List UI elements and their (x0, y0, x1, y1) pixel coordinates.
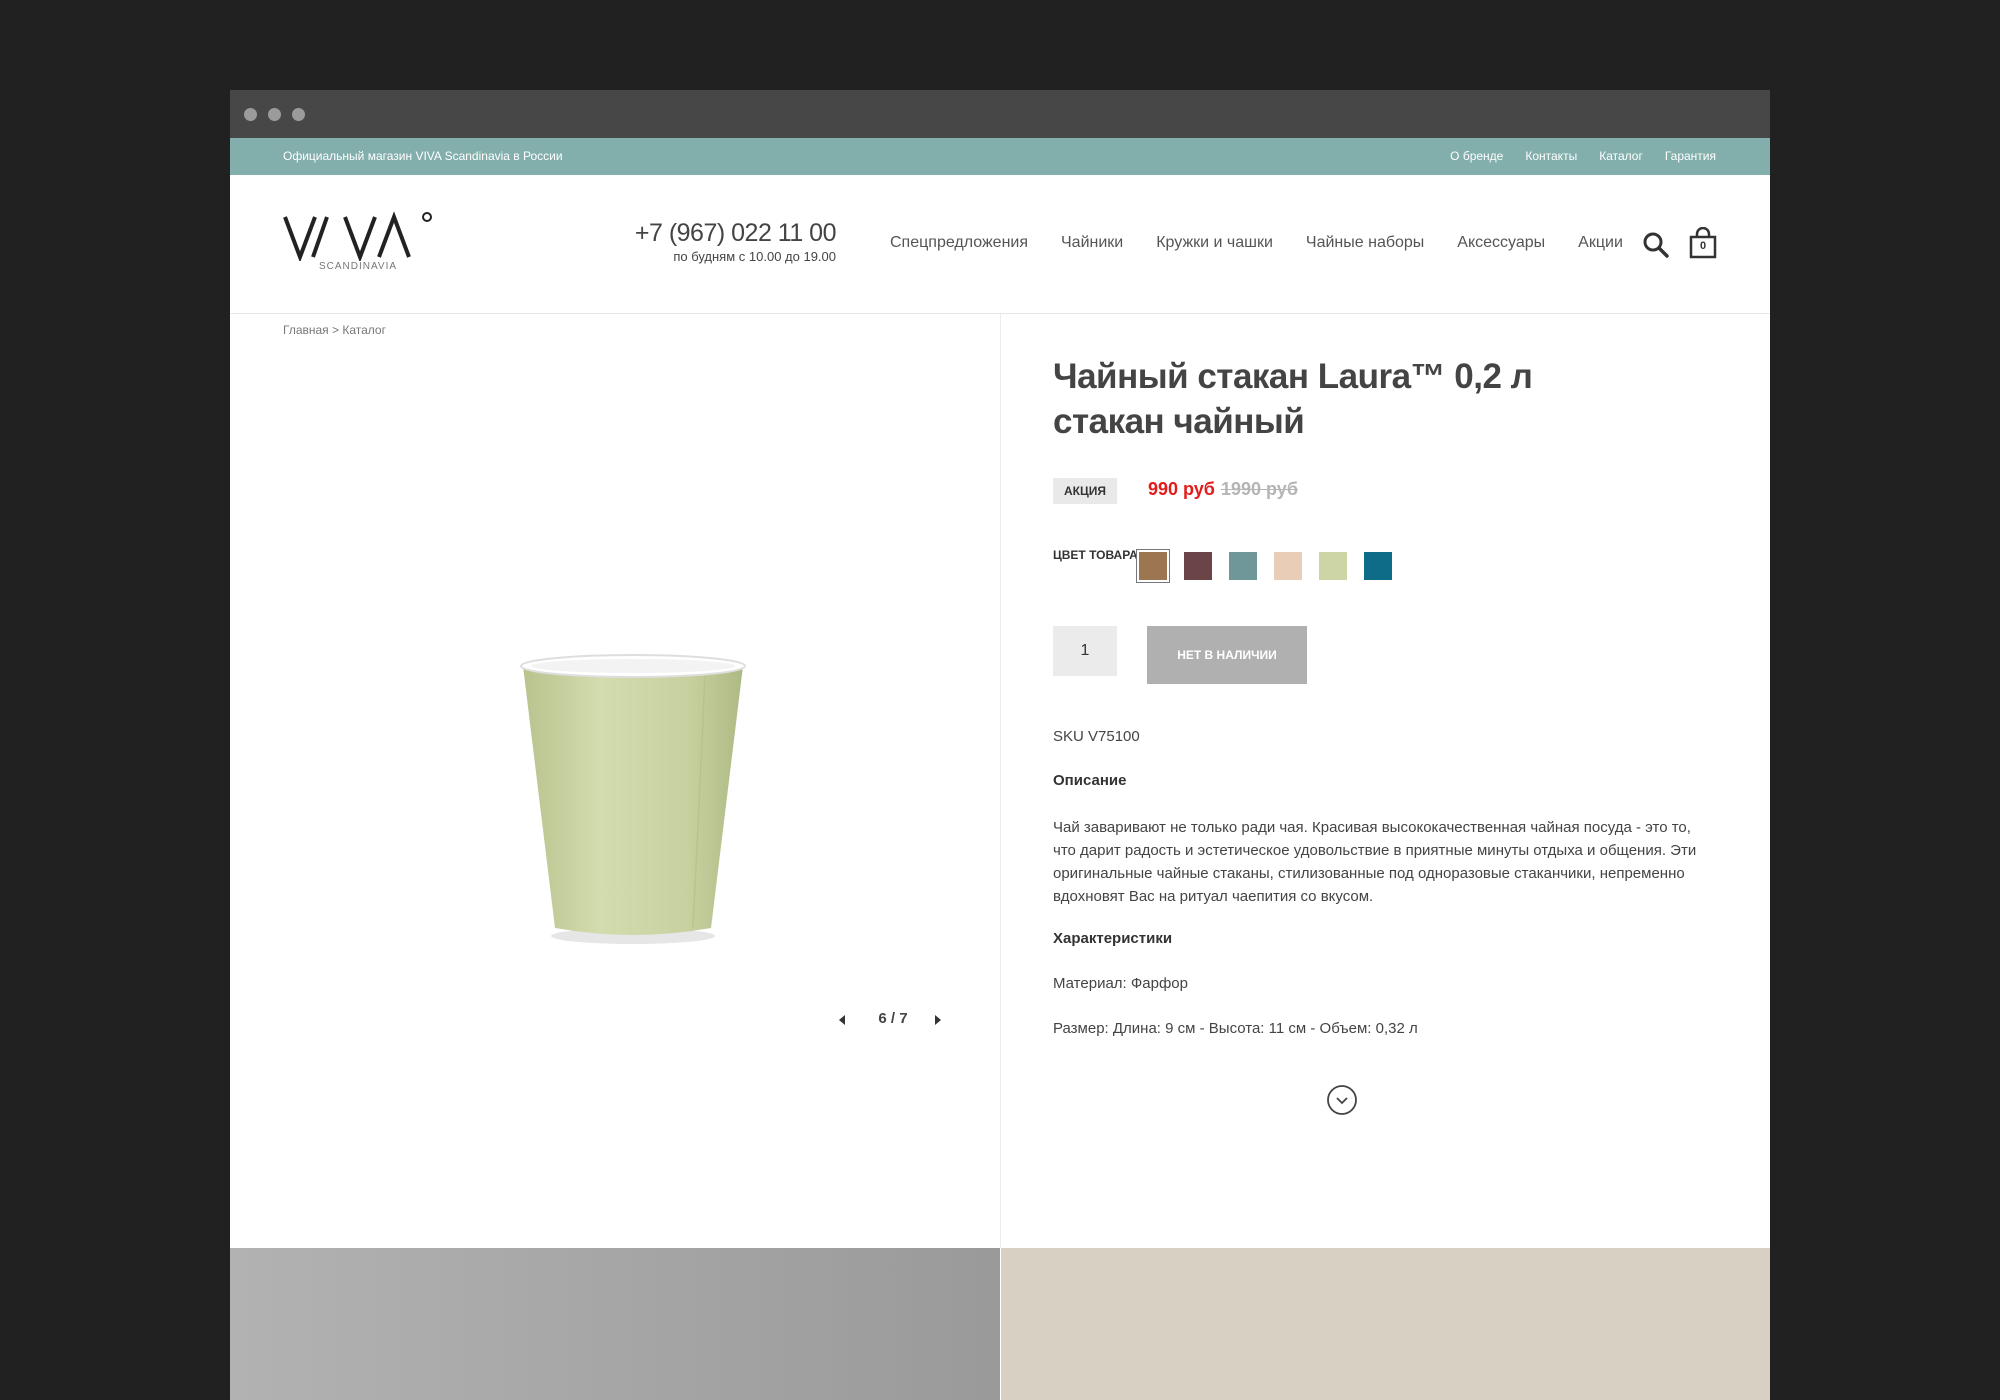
top-links: О бренде Контакты Каталог Гарантия (1450, 149, 1716, 163)
old-price: 1990 руб (1221, 479, 1298, 499)
product-sku: SKU V75100 (1053, 728, 1140, 745)
product-gallery: Главная > Каталог 6 / 7 (230, 314, 1001, 1248)
product-title-line1: Чайный стакан Laura™ 0,2 л (1053, 357, 1533, 396)
cart-count: 0 (1699, 240, 1707, 252)
breadcrumb[interactable]: Главная > Каталог (283, 323, 386, 337)
nav-mugs-cups[interactable]: Кружки и чашки (1156, 234, 1273, 252)
viva-logo[interactable]: SCANDINAVIA (283, 211, 433, 281)
quantity-input[interactable] (1053, 626, 1117, 676)
nav-accessories[interactable]: Аксессуары (1457, 234, 1545, 252)
logo-mark (283, 211, 432, 263)
top-link-warranty[interactable]: Гарантия (1665, 149, 1716, 163)
description-heading: Описание (1053, 772, 1127, 789)
shopping-bag-icon[interactable]: 0 (1688, 226, 1718, 259)
top-link-catalog[interactable]: Каталог (1599, 149, 1643, 163)
characteristics-heading: Характеристики (1053, 930, 1173, 947)
product-title: Чайный стакан Laura™ 0,2 л стакан чайный (1053, 354, 1613, 444)
description-text: Чай заваривают не только ради чая. Краси… (1053, 819, 1697, 905)
color-swatch-brown[interactable] (1136, 549, 1170, 583)
color-label: ЦВЕТ ТОВАРА (1053, 548, 1138, 562)
store-slogan: Официальный магазин VIVA Scandinavia в Р… (283, 149, 563, 163)
top-link-about[interactable]: О бренде (1450, 149, 1503, 163)
product-details: Чайный стакан Laura™ 0,2 л стакан чайный… (1001, 314, 1770, 1248)
product-title-line2: стакан чайный (1053, 402, 1305, 441)
triangle-left-icon[interactable] (836, 1013, 848, 1027)
window-close-dot[interactable] (244, 108, 257, 121)
phone-number[interactable]: +7 (967) 022 11 00 (610, 219, 837, 247)
promo-banner-left[interactable] (230, 1248, 1000, 1400)
site-header: SCANDINAVIA +7 (967) 022 11 00 по будням… (230, 175, 1770, 314)
color-swatch-peach[interactable] (1272, 550, 1304, 582)
chevron-down-icon[interactable] (1326, 1084, 1358, 1116)
current-price: 990 руб (1148, 479, 1215, 499)
contact-phone-block: +7 (967) 022 11 00 по будням с 10.00 до … (610, 219, 837, 264)
nav-special-offers[interactable]: Спецпредложения (890, 234, 1028, 252)
out-of-stock-button[interactable]: НЕТ В НАЛИЧИИ (1147, 626, 1307, 684)
material-spec: Материал: Фарфор (1053, 975, 1188, 992)
top-link-contacts[interactable]: Контакты (1525, 149, 1577, 163)
browser-window: Официальный магазин VIVA Scandinavia в Р… (230, 90, 1770, 1400)
promo-banner-right[interactable] (1001, 1248, 1770, 1400)
nav-teapots[interactable]: Чайники (1061, 234, 1123, 252)
product-image-cup[interactable] (515, 644, 765, 954)
color-swatch-light-green[interactable] (1317, 550, 1349, 582)
size-spec: Размер: Длина: 9 см - Высота: 11 см - Об… (1053, 1020, 1418, 1037)
triangle-right-icon[interactable] (932, 1013, 944, 1027)
search-icon[interactable] (1642, 231, 1670, 259)
sale-badge: АКЦИЯ (1053, 478, 1118, 504)
window-maximize-dot[interactable] (292, 108, 305, 121)
working-hours: по будням с 10.00 до 19.00 (673, 249, 836, 264)
color-swatch-grey-teal[interactable] (1227, 550, 1259, 582)
logo-subtitle: SCANDINAVIA (319, 261, 398, 272)
window-titlebar (230, 90, 1770, 138)
color-swatch-petrol-blue[interactable] (1362, 550, 1394, 582)
window-minimize-dot[interactable] (268, 108, 281, 121)
gallery-counter: 6 / 7 (878, 1010, 908, 1027)
gallery-pager: 6 / 7 (830, 1008, 970, 1032)
nav-tea-sets[interactable]: Чайные наборы (1306, 234, 1424, 252)
top-info-bar: Официальный магазин VIVA Scandinavia в Р… (230, 138, 1770, 175)
main-nav: Спецпредложения Чайники Кружки и чашки Ч… (890, 234, 1623, 252)
nav-promotions[interactable]: Акции (1578, 234, 1623, 252)
color-swatch-plum[interactable] (1182, 550, 1214, 582)
